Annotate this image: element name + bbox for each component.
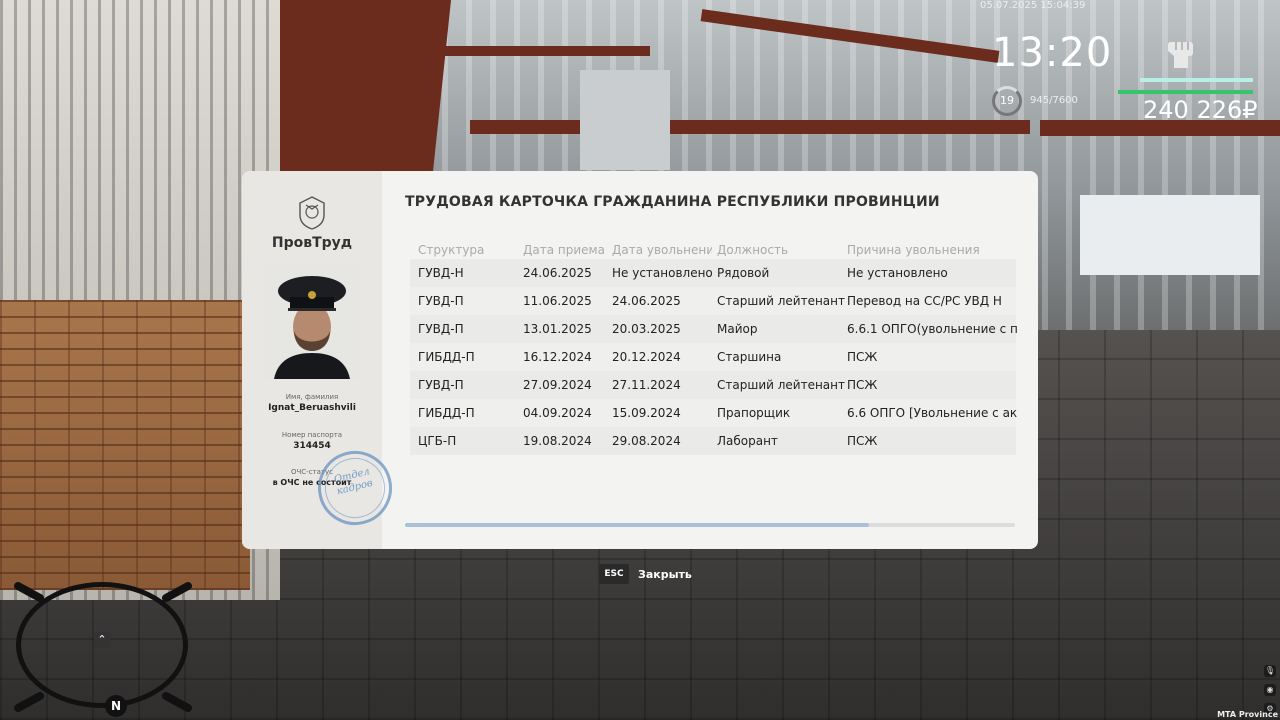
microphone-icon[interactable]: 🎙 — [1264, 665, 1276, 677]
avatar — [264, 265, 360, 379]
table-cell: 24.06.2025 — [523, 266, 592, 280]
column-header: Должность — [717, 243, 789, 257]
table-cell: 6.6.1 ОПГО(увольнение с пр — [847, 322, 1017, 336]
close-label[interactable]: Закрыть — [638, 568, 692, 581]
server-tag: MTA Province — [1217, 710, 1278, 719]
table-header: Структура Дата приема Дата увольнени Дол… — [410, 241, 1016, 259]
table-cell: 27.09.2024 — [523, 378, 592, 392]
column-header: Причина увольнения — [847, 243, 980, 257]
table-cell: Старший лейтенант — [717, 294, 845, 308]
name-label: Имя, фамилия — [285, 393, 339, 401]
table-cell: 11.06.2025 — [523, 294, 592, 308]
table-cell: Не установлено — [847, 266, 948, 280]
table-cell: ПСЖ — [847, 378, 878, 392]
esc-key[interactable]: ESC — [599, 564, 629, 584]
stamp-text: Отдел — [333, 466, 371, 486]
voice-target-icon[interactable]: ◉ — [1264, 684, 1276, 696]
table-cell: 16.12.2024 — [523, 350, 592, 364]
stamp-text: кадров — [335, 477, 374, 498]
table-cell: Прапорщик — [717, 406, 791, 420]
table-cell: Лаборант — [717, 434, 778, 448]
table-row: ГИБДД-П 16.12.2024 20.12.2024 Старшина ПСЖ — [410, 343, 1016, 371]
roof-beam — [470, 120, 1030, 134]
table-row: ГУВД-П 13.01.2025 20.03.2025 Майор 6.6.1 ОПГ… — [410, 315, 1017, 343]
level-indicator: 19 — [992, 86, 1022, 116]
table-cell: 27.11.2024 — [612, 378, 681, 392]
table-cell: ГУВД-П — [418, 294, 464, 308]
table-cell: 20.12.2024 — [612, 350, 681, 364]
table-row: ГУВД-Н 24.06.2025 Не установлено Рядовой Не … — [410, 259, 1016, 287]
table-cell: ЦГБ-П — [418, 434, 457, 448]
hud-clock: 13:20 — [992, 30, 1113, 76]
column-header: Структура — [418, 243, 485, 257]
money-display: 240 226₽ — [1143, 96, 1258, 124]
table-cell: Старшина — [717, 350, 782, 364]
hud-datetime: 05.07.2025 15:04:39 — [980, 0, 1086, 11]
table-row: ГИБДД-П 04.09.2024 15.09.2024 Прапорщик 6.6 … — [410, 399, 1017, 427]
warehouse-gate — [1080, 195, 1260, 275]
table-cell: ГИБДД-П — [418, 350, 475, 364]
passport-label: Номер паспорта — [281, 431, 343, 439]
table-row: ГУВД-П 27.09.2024 27.11.2024 Старший лейтен… — [410, 371, 1016, 399]
org-name: ПровТруд — [271, 235, 353, 251]
table-cell: 6.6 ОПГО [Увольнение с акти — [847, 406, 1017, 420]
table-cell: ПСЖ — [847, 434, 878, 448]
employment-card: ПровТруд Имя, фамилия Ignat_Beruashvili … — [242, 171, 1038, 549]
passport-value: 314454 — [293, 441, 331, 451]
table-cell: Майор — [717, 322, 758, 336]
name-value: Ignat_Beruashvili — [268, 403, 356, 413]
table-body: ГУВД-Н 24.06.2025 Не установлено Рядовой Не … — [410, 259, 1017, 455]
table-cell: ГУВД-П — [418, 322, 464, 336]
table-cell: Старший лейтенант — [717, 378, 845, 392]
exp-counter: 945/7600 — [1030, 95, 1078, 106]
statue — [580, 70, 670, 170]
card-sidebar: ПровТруд Имя, фамилия Ignat_Beruashvili … — [242, 171, 400, 549]
coat-of-arms-icon — [299, 196, 325, 230]
card-title: ТРУДОВАЯ КАРТОЧКА ГРАЖДАНИНА РЕСПУБЛИКИ … — [405, 194, 940, 210]
column-header: Дата увольнени — [612, 243, 712, 257]
table-cell: 24.06.2025 — [612, 294, 681, 308]
player-arrow-icon: ⌃ — [94, 632, 110, 648]
table-cell: 04.09.2024 — [523, 406, 592, 420]
armor-bar — [1118, 90, 1253, 94]
employment-table: Структура Дата приема Дата увольнени Дол… — [410, 241, 1017, 455]
scrollbar-thumb[interactable] — [405, 523, 869, 527]
table-row: ГУВД-П 11.06.2025 24.06.2025 Старший лейтен… — [410, 287, 1016, 315]
table-cell: ПСЖ — [847, 350, 878, 364]
table-cell: 29.08.2024 — [612, 434, 681, 448]
hr-stamp: Отдел кадров — [310, 443, 400, 533]
table-cell: Не установлено — [612, 266, 712, 280]
table-cell: Перевод на СС/РС УВД Н — [847, 294, 1002, 308]
table-cell: 13.01.2025 — [523, 322, 592, 336]
table-cell: 19.08.2024 — [523, 434, 592, 448]
brick-wall — [0, 300, 250, 590]
table-cell: ГИБДД-П — [418, 406, 475, 420]
table-cell: Рядовой — [717, 266, 770, 280]
table-cell: ГУВД-Н — [418, 266, 464, 280]
table-row: ЦГБ-П 19.08.2024 29.08.2024 Лаборант ПСЖ — [410, 427, 1016, 455]
horizontal-scrollbar[interactable] — [405, 523, 1015, 527]
column-header: Дата приема — [523, 243, 605, 257]
fist-icon — [1167, 42, 1193, 68]
roof-beam — [430, 46, 650, 56]
north-indicator: N — [105, 695, 127, 717]
table-cell: ГУВД-П — [418, 378, 464, 392]
minimap: ⌃ N — [10, 578, 196, 717]
health-bar — [1140, 78, 1253, 82]
table-cell: 20.03.2025 — [612, 322, 681, 336]
table-cell: 15.09.2024 — [612, 406, 681, 420]
